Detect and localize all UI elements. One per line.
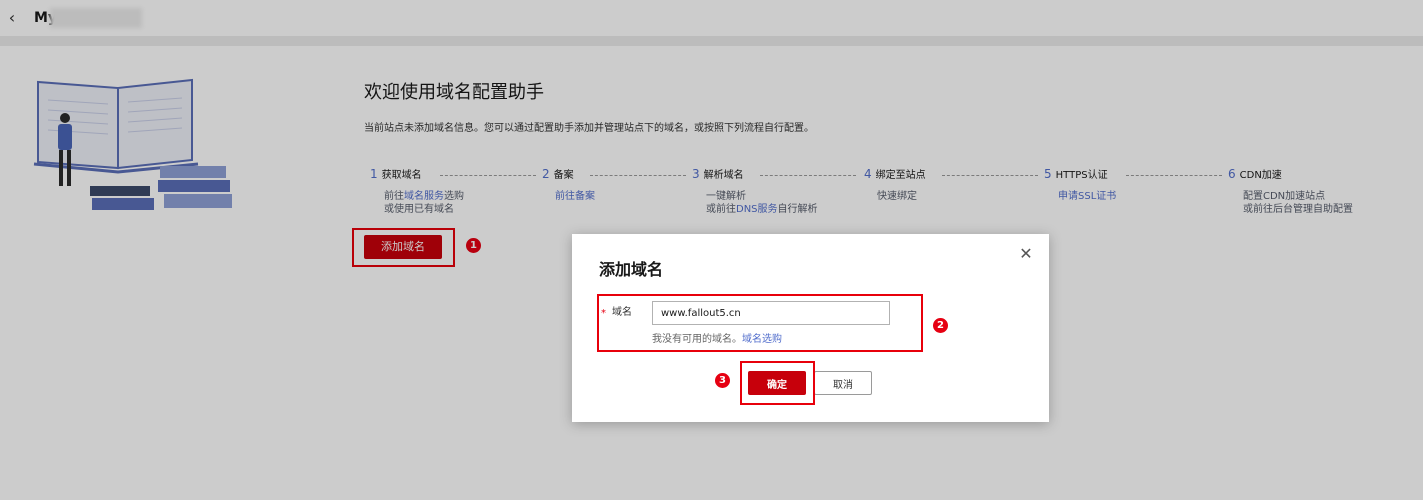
annotation-badge-2: 2 [933, 318, 948, 333]
highlight-box-3 [740, 361, 815, 405]
annotation-badge-3: 3 [715, 373, 730, 388]
cancel-button[interactable]: 取消 [814, 371, 872, 395]
close-icon[interactable]: ✕ [1018, 246, 1034, 262]
highlight-box-2 [597, 294, 923, 352]
dialog-title: 添加域名 [599, 260, 664, 279]
